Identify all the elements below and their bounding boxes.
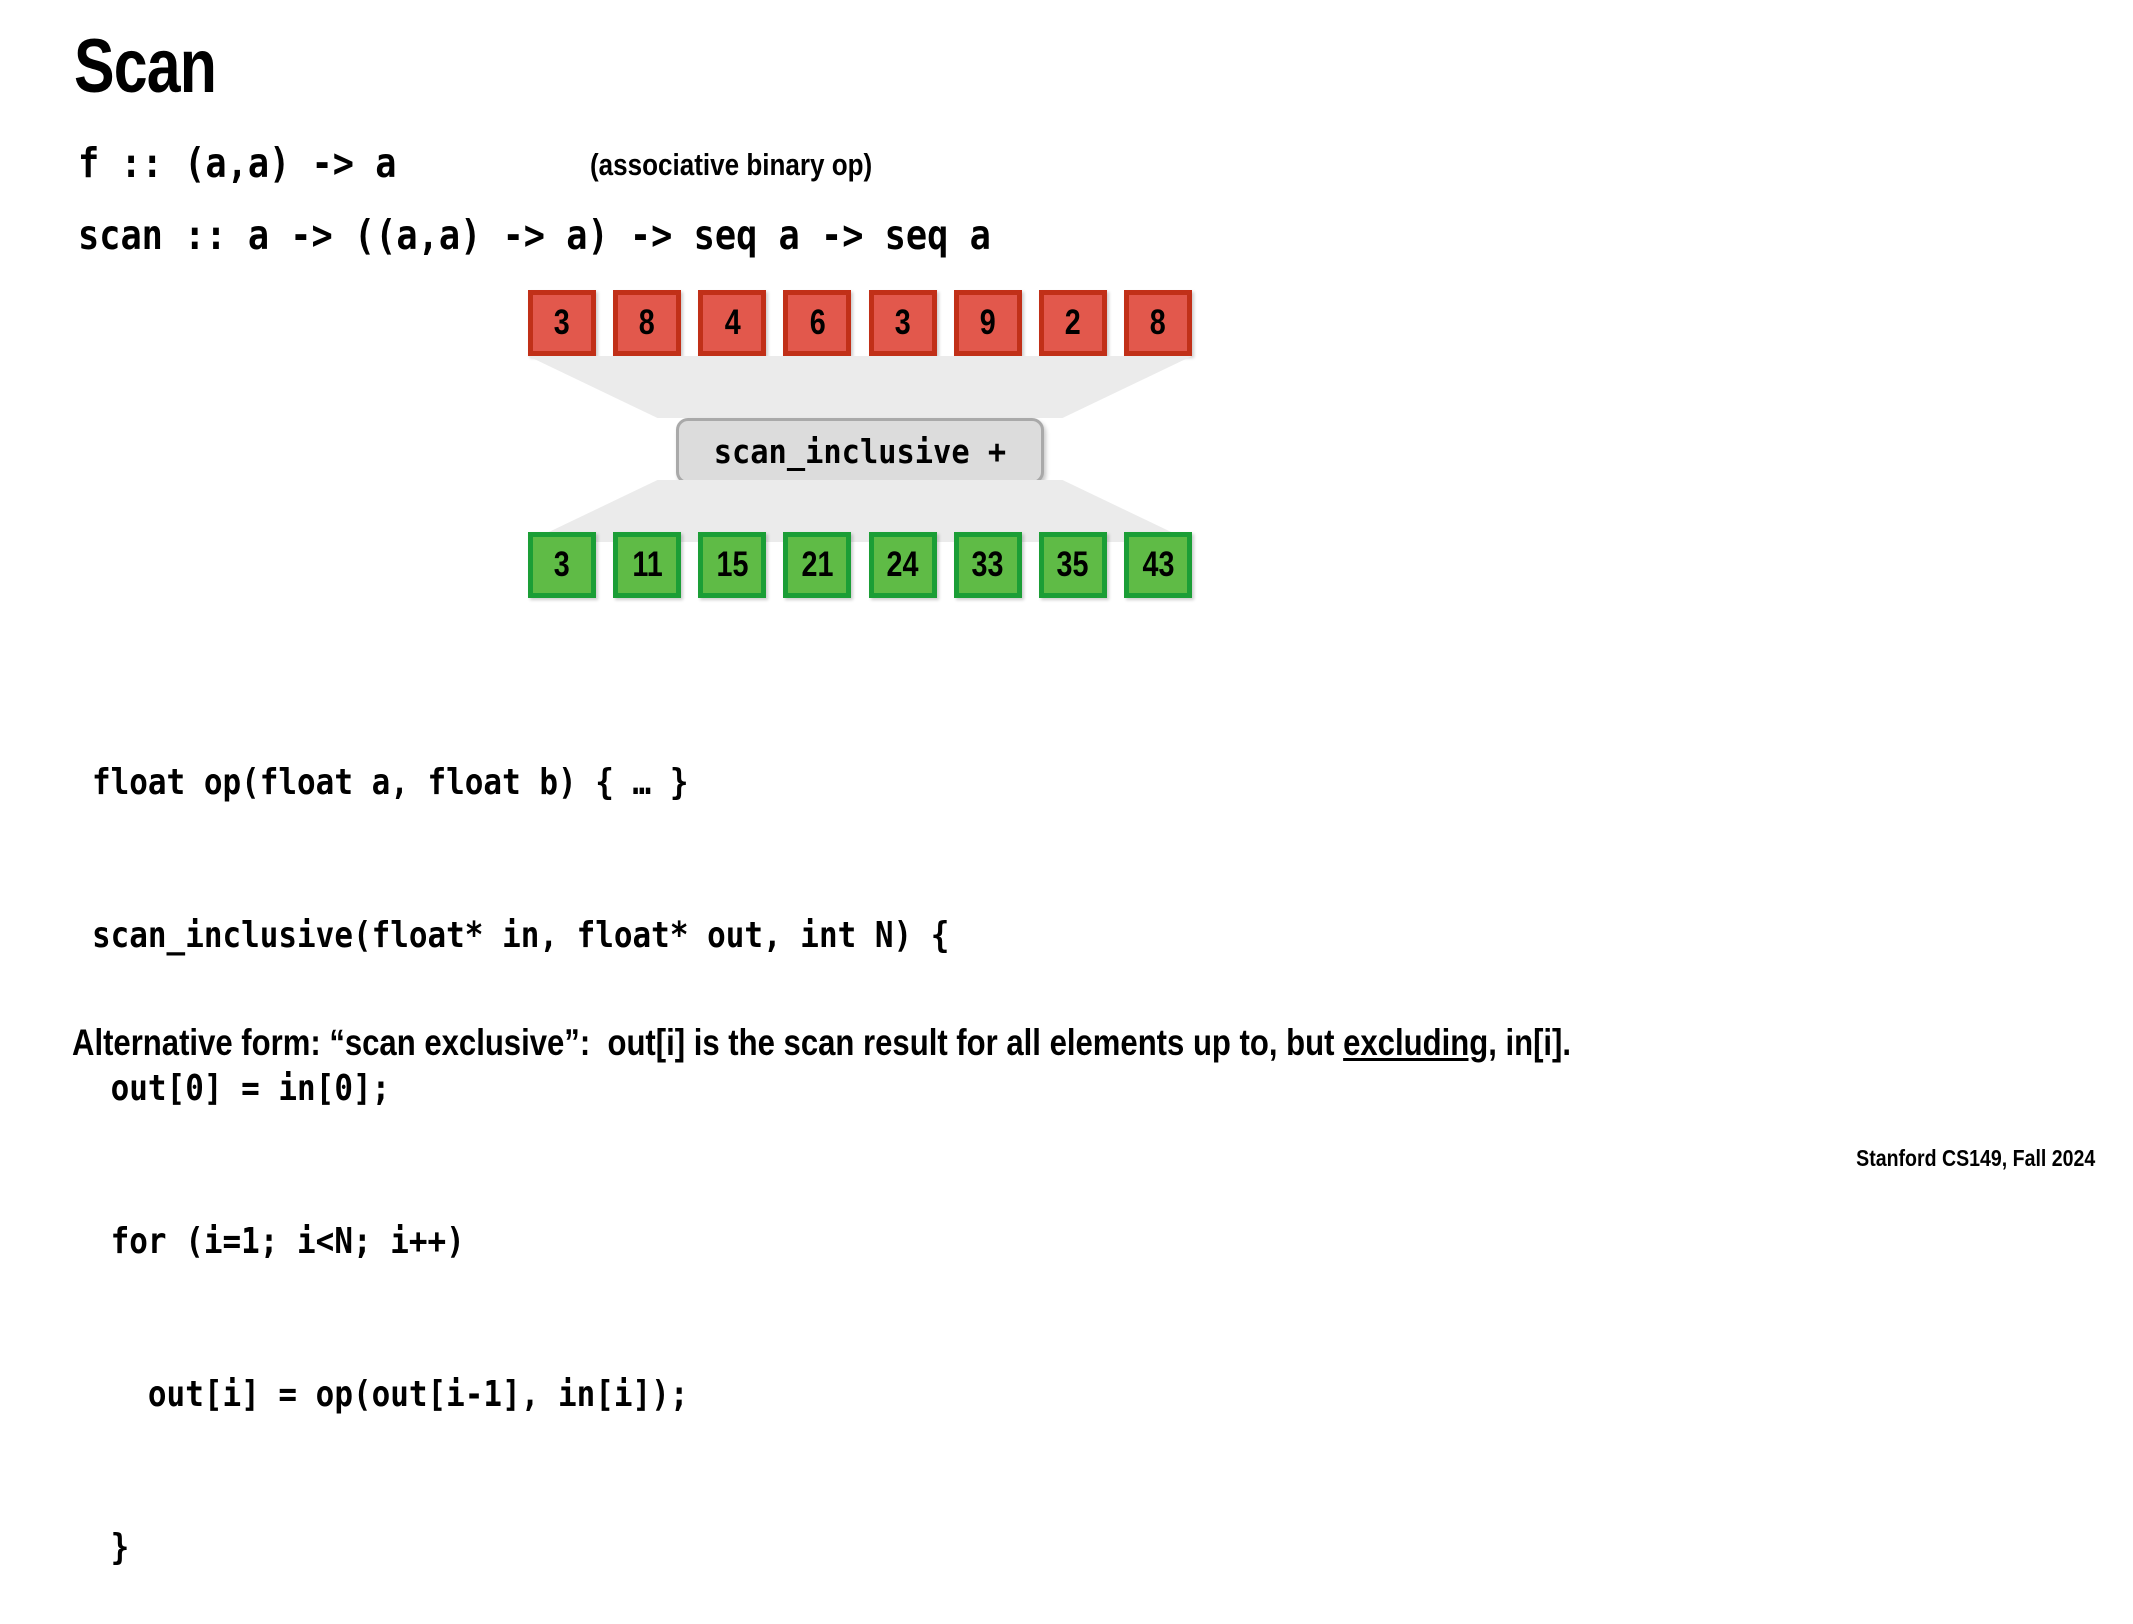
output-cell: 33	[953, 532, 1022, 598]
input-cell-value: 4	[724, 303, 741, 342]
output-cell-value: 15	[716, 545, 749, 584]
operation-label: scan_inclusive +	[713, 431, 1007, 471]
output-cell: 11	[613, 532, 682, 598]
note-text-after: , in[i].	[1488, 1022, 1572, 1063]
output-cell-value: 35	[1056, 545, 1089, 584]
type-signature-scan: scan :: a -> ((a,a) -> a) -> seq a -> se…	[78, 211, 991, 259]
output-cell-value: 24	[886, 545, 919, 584]
type-signature-f: f :: (a,a) -> a	[78, 139, 397, 187]
output-cell: 21	[783, 532, 852, 598]
input-cell: 8	[613, 290, 682, 356]
output-cell-value: 21	[801, 545, 834, 584]
input-cell-value: 8	[639, 303, 656, 342]
note-text-underlined: excluding	[1343, 1022, 1489, 1063]
associative-binary-op-note: (associative binary op)	[590, 147, 873, 182]
output-cell: 24	[868, 532, 937, 598]
input-cell: 3	[528, 290, 596, 356]
output-cell-value: 43	[1142, 545, 1174, 584]
input-cell-value: 3	[554, 303, 570, 342]
input-cell-value: 3	[894, 303, 911, 342]
input-cell: 9	[953, 290, 1022, 356]
output-cell-value: 33	[971, 545, 1004, 584]
code-line: float op(float a, float b) { … }	[92, 762, 689, 803]
code-line: for (i=1; i<N; i++)	[92, 1221, 465, 1262]
input-cell: 6	[783, 290, 852, 356]
funnel-input-to-operation	[528, 356, 1192, 418]
input-cell-value: 8	[1150, 303, 1166, 342]
input-cell-value: 9	[979, 303, 996, 342]
scan-diagram: 3 8 4 6 3 9 2 8 scan_inclusive + 3 11 15…	[0, 290, 2133, 610]
input-cell: 2	[1038, 290, 1107, 356]
output-cell-value: 3	[554, 545, 570, 584]
code-line: out[i] = op(out[i-1], in[i]);	[92, 1374, 689, 1415]
output-cell-value: 11	[631, 545, 663, 584]
input-cell-value: 2	[1064, 303, 1081, 342]
input-cell: 8	[1123, 290, 1192, 356]
output-cell: 15	[698, 532, 767, 598]
code-line: scan_inclusive(float* in, float* out, in…	[92, 915, 950, 956]
code-line: }	[92, 1527, 130, 1568]
output-cell: 3	[528, 532, 596, 598]
page-title: Scan	[74, 24, 217, 109]
input-cell-value: 6	[809, 303, 826, 342]
output-cell: 35	[1038, 532, 1107, 598]
operation-box: scan_inclusive +	[676, 418, 1044, 484]
output-sequence-row: 3 11 15 21 24 33 35 43	[528, 532, 1192, 598]
input-cell: 4	[698, 290, 767, 356]
code-line: out[0] = in[0];	[92, 1068, 391, 1109]
output-cell: 43	[1123, 532, 1192, 598]
input-cell: 3	[868, 290, 937, 356]
input-sequence-row: 3 8 4 6 3 9 2 8	[528, 290, 1192, 356]
alternative-form-note: Alternative form: “scan exclusive”: out[…	[72, 1021, 1571, 1065]
code-block: float op(float a, float b) { … } scan_in…	[92, 655, 1089, 1624]
slide-footer: Stanford CS149, Fall 2024	[1855, 1145, 2095, 1171]
note-text-before: Alternative form: “scan exclusive”: out[…	[72, 1022, 1344, 1063]
